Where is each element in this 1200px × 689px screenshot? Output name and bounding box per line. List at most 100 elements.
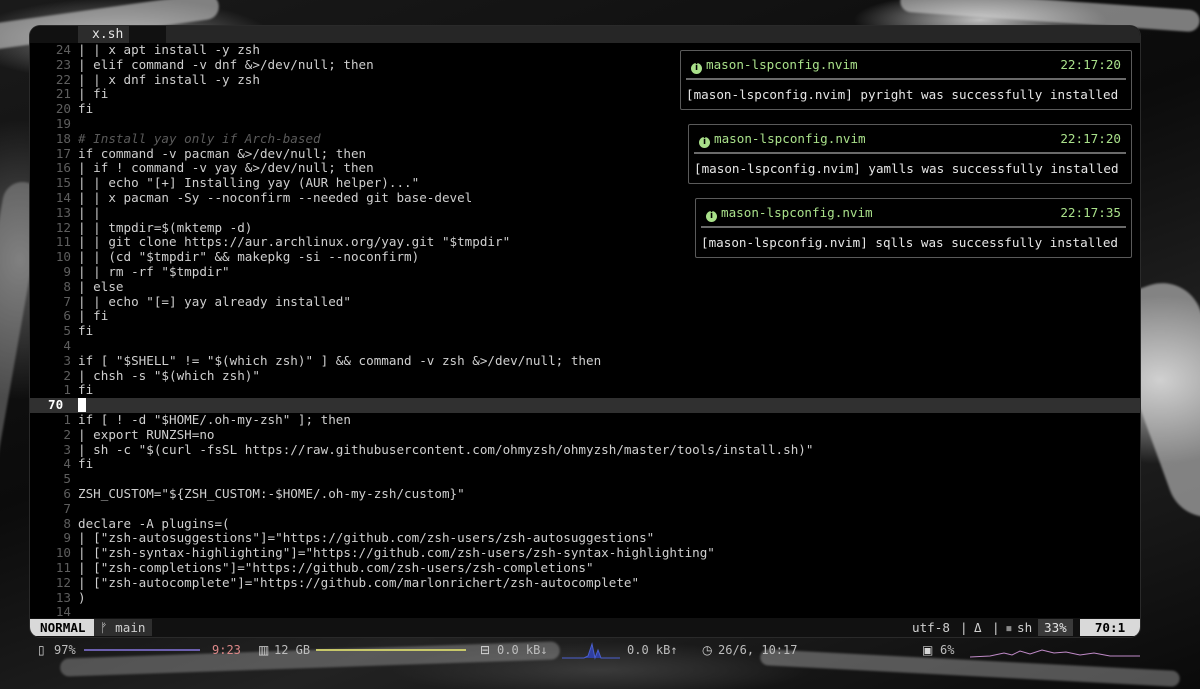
battery-icon: ▯	[38, 643, 45, 657]
notification-header: i mason-lspconfig.nvim 22:17:20	[699, 131, 1121, 148]
net-upload: 0.0 kB↑	[627, 643, 678, 657]
line-number: 23	[55, 56, 71, 72]
code-line[interactable]: 7	[30, 500, 1140, 517]
line-number: 15	[55, 175, 71, 191]
code-line[interactable]: 3 if [ "$SHELL" != "$(which zsh)" ] && co…	[30, 352, 1140, 369]
code-text: | if ! command -v yay &>/dev/null; then	[78, 160, 374, 176]
code-line[interactable]: 4 fi	[30, 457, 1140, 472]
code-text: | export RUNZSH=no	[78, 426, 215, 442]
line-number: 6	[63, 486, 71, 501]
line-number: 11	[55, 560, 71, 575]
code-text: | | (cd "$tmpdir" && makepkg -si --nocon…	[78, 249, 420, 265]
line-number: 19	[55, 116, 71, 131]
mode-indicator: NORMAL	[30, 619, 94, 636]
code-text: ZSH_CUSTOM="${ZSH_CUSTOM:-$HOME/.oh-my-z…	[78, 486, 465, 501]
code-text: | sh -c "$(curl -fsSL https://raw.github…	[78, 441, 814, 457]
line-number: 11	[55, 234, 71, 250]
line-number: 7	[63, 293, 71, 309]
notification-divider	[694, 152, 1126, 154]
line-number: 2	[63, 426, 71, 442]
line-number: 3	[63, 441, 71, 457]
code-line[interactable]: 5 fi	[30, 323, 1140, 339]
code-text: # Install yay only if Arch-based	[78, 130, 321, 146]
code-line[interactable]: 2 | export RUNZSH=no	[30, 426, 1140, 443]
notification-message: [mason-lspconfig.nvim] yamlls was succes…	[694, 161, 1119, 176]
code-line[interactable]: 5	[30, 471, 1140, 487]
code-line[interactable]: 13)	[30, 590, 1140, 606]
code-text: | | echo "[=] yay already installed"	[78, 293, 351, 309]
line-number: 24	[55, 42, 71, 57]
code-text: declare -A plugins=(	[78, 515, 230, 531]
notification-popup[interactable]: i mason-lspconfig.nvim 22:17:35 [mason-lspc…	[695, 198, 1132, 258]
code-text: | ["zsh-autosuggestions"]="https://githu…	[78, 530, 655, 546]
filetype: sh	[1017, 620, 1033, 635]
code-line[interactable]: 7 | | echo "[=] yay already installed"	[30, 293, 1140, 310]
notification-title: mason-lspconfig.nvim	[714, 131, 866, 146]
separator: |	[992, 620, 1000, 635]
filetype-icon: ▪	[1005, 620, 1013, 635]
code-line[interactable]: 1 fi	[30, 383, 1140, 398]
net-download: 0.0 kB↓	[497, 643, 548, 657]
text-cursor	[78, 398, 86, 413]
code-text: | | x apt install -y zsh	[78, 42, 260, 57]
code-line[interactable]: 9 | ["zsh-autosuggestions"]="https://gith…	[30, 531, 1140, 546]
notification-header: i mason-lspconfig.nvim 22:17:20	[691, 57, 1121, 74]
code-line[interactable]: 3 | sh -c "$(curl -fsSL https://raw.githu…	[30, 441, 1140, 458]
line-number: 10	[55, 545, 71, 561]
code-line[interactable]: 8 declare -A plugins=(	[30, 515, 1140, 532]
os-icon: Δ	[974, 620, 982, 635]
code-text: fi	[78, 456, 94, 472]
code-line[interactable]: 4	[30, 338, 1140, 354]
separator: |	[960, 620, 968, 635]
code-line[interactable]: 6 | fi	[30, 309, 1140, 324]
line-number: 1	[63, 412, 71, 427]
line-number: 7	[63, 500, 71, 516]
memory-gauge	[316, 649, 466, 651]
code-text: | elif command -v dnf &>/dev/null; then	[78, 56, 374, 72]
code-text: | |	[78, 204, 101, 220]
code-text: | fi	[78, 86, 109, 102]
code-text: if command -v pacman &>/dev/null; then	[78, 145, 367, 161]
tab-x-sh[interactable]: x.sh	[78, 26, 130, 43]
current-line[interactable]: 70	[30, 397, 1140, 413]
line-number: 4	[63, 456, 71, 472]
code-text: | ["zsh-syntax-highlighting"]="https://g…	[78, 545, 715, 561]
notification-time: 22:17:20	[1060, 131, 1121, 146]
notification-popup[interactable]: i mason-lspconfig.nvim 22:17:20 [mason-lspc…	[680, 50, 1132, 110]
code-line[interactable]: 10 | ["zsh-syntax-highlighting"]="https:/…	[30, 545, 1140, 561]
line-number: 8	[63, 515, 71, 531]
code-line[interactable]: 6 ZSH_CUSTOM="${ZSH_CUSTOM:-$HOME/.oh-my-…	[30, 486, 1140, 502]
system-status-bar: ▯ 97% 9:23 ▥ 12 GB ⊟ 0.0 kB↓ 0.0 kB↑ ◷ 2…	[0, 637, 1200, 663]
line-number: 2	[63, 367, 71, 383]
tabline: x.sh	[30, 26, 1140, 43]
cpu-icon: ▣	[922, 643, 934, 657]
code-text: | ["zsh-autocomplete"]="https://github.c…	[78, 574, 640, 590]
line-number: 16	[55, 160, 71, 176]
notification-message: [mason-lspconfig.nvim] sqlls was success…	[701, 235, 1119, 250]
code-text: | | x pacman -Sy --noconfirm --needed gi…	[78, 190, 473, 205]
code-line[interactable]: 11 | ["zsh-completions"]="https://github.…	[30, 560, 1140, 576]
code-line[interactable]: 9 | | rm -rf "$tmpdir"	[30, 264, 1140, 280]
code-line[interactable]: 12 | ["zsh-autocomplete"]="https://github…	[30, 574, 1140, 591]
code-text: | ["zsh-completions"]="https://github.co…	[78, 560, 594, 575]
code-line[interactable]: 1 if [ ! -d "$HOME/.oh-my-zsh" ]; then	[30, 412, 1140, 428]
info-icon: i	[691, 63, 702, 74]
network-icon: ⊟	[480, 643, 491, 657]
code-text: | | echo "[+] Installing yay (AUR helper…	[78, 175, 420, 191]
line-number: 18	[55, 130, 71, 146]
line-number: 8	[63, 278, 71, 294]
battery-time: 9:23	[212, 643, 241, 657]
clock-icon: ◷	[702, 643, 713, 657]
line-number: 12	[55, 574, 71, 590]
code-line[interactable]: 8 | else	[30, 278, 1140, 295]
line-number: 4	[63, 338, 71, 353]
code-text: if [ ! -d "$HOME/.oh-my-zsh" ]; then	[78, 412, 351, 427]
code-text: if [ "$SHELL" != "$(which zsh)" ] && com…	[78, 352, 602, 368]
line-number: 13	[55, 204, 71, 220]
notification-divider	[686, 78, 1126, 80]
notification-time: 22:17:20	[1060, 57, 1121, 72]
line-number: 9	[63, 264, 71, 279]
line-number: 17	[55, 145, 71, 161]
notification-popup[interactable]: i mason-lspconfig.nvim 22:17:20 [mason-lspc…	[688, 124, 1132, 184]
code-line[interactable]: 2 | chsh -s "$(which zsh)"	[30, 367, 1140, 384]
